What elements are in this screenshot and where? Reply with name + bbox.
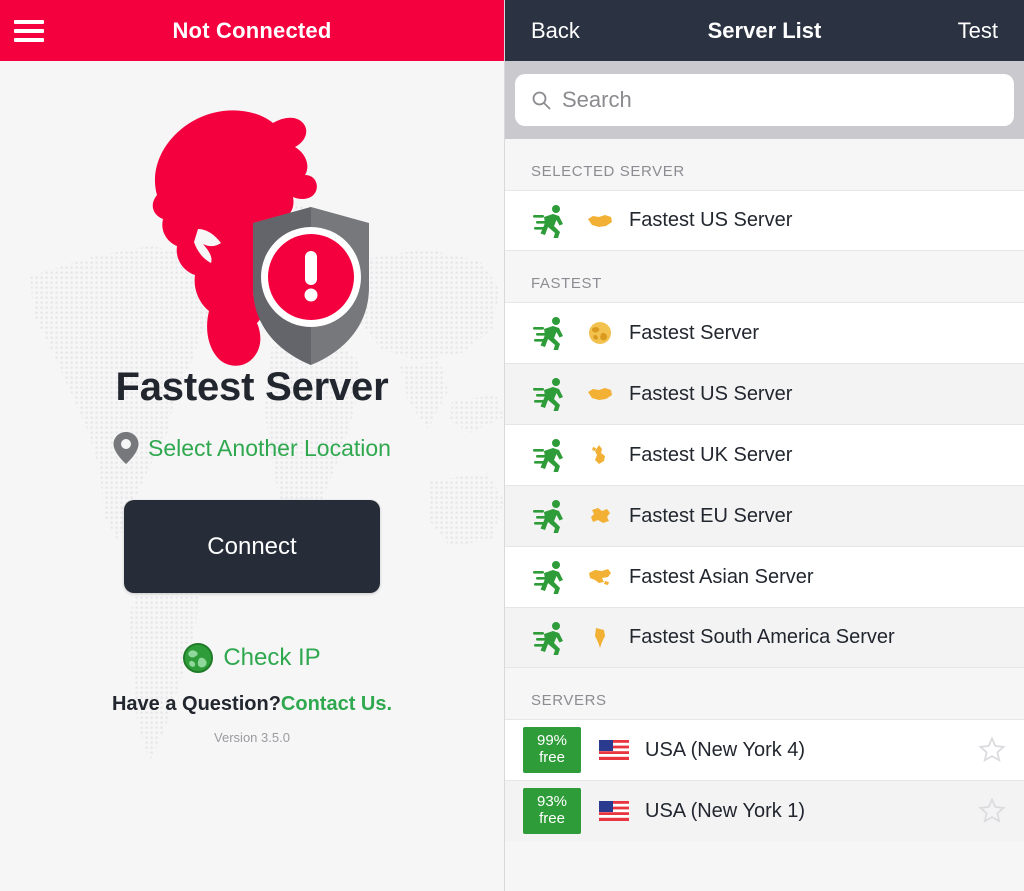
- support-row: Have a Question? Contact Us.: [112, 693, 392, 716]
- server-label: USA (New York 1): [645, 799, 806, 822]
- usa-map-icon: [587, 208, 613, 234]
- search-input[interactable]: [562, 87, 998, 113]
- globe-icon: [183, 643, 214, 673]
- us-flag-icon: [599, 740, 629, 760]
- server-label: Fastest EU Server: [629, 504, 793, 527]
- runner-icon: [533, 500, 563, 533]
- map-pin-icon: [113, 432, 139, 464]
- uk-map-icon: [587, 442, 613, 468]
- table-row[interactable]: Fastest UK Server: [505, 424, 1024, 485]
- star-outline-icon[interactable]: [978, 797, 1006, 825]
- vpn-status-panel: Not Connected Fastest Server Select Anot…: [0, 0, 504, 891]
- left-body: Fastest Server Select Another Location C…: [0, 61, 504, 891]
- badge-percent: 99%: [536, 732, 568, 750]
- server-list-panel: Back Server List Test SELECTED SERVER: [504, 0, 1024, 891]
- server-label: Fastest Server: [629, 321, 760, 344]
- us-flag-icon: [599, 801, 629, 821]
- usa-map-icon: [587, 381, 613, 407]
- question-text: Have a Question?: [111, 693, 281, 715]
- test-button[interactable]: Test: [958, 18, 998, 44]
- detective-shield-alert-logo: [97, 79, 407, 379]
- runner-icon: [533, 378, 563, 411]
- table-row[interactable]: 93% free USA (New York 1): [505, 780, 1024, 841]
- status-badge: 93% free: [523, 788, 581, 834]
- table-row[interactable]: Fastest Server: [505, 302, 1024, 363]
- select-another-location-button[interactable]: Select Another Location: [113, 432, 391, 464]
- search-box[interactable]: [515, 74, 1014, 126]
- section-header-fastest: FASTEST: [505, 251, 1024, 302]
- status-badge: 99% free: [523, 727, 581, 773]
- server-label: Fastest UK Server: [629, 443, 793, 466]
- check-ip-button[interactable]: Check IP: [183, 643, 321, 673]
- star-outline-icon[interactable]: [978, 736, 1006, 764]
- server-label: USA (New York 4): [645, 738, 806, 761]
- search-icon: [532, 91, 551, 110]
- table-row[interactable]: Fastest US Server: [505, 190, 1024, 251]
- connection-status-title: Not Connected: [172, 17, 332, 43]
- globe-icon: [587, 320, 613, 346]
- table-row[interactable]: Fastest US Server: [505, 363, 1024, 424]
- asia-map-icon: [587, 564, 613, 590]
- check-ip-label: Check IP: [223, 644, 321, 671]
- table-row[interactable]: Fastest EU Server: [505, 485, 1024, 546]
- connect-button[interactable]: Connect: [124, 500, 380, 593]
- section-header-servers: SERVERS: [505, 668, 1024, 719]
- badge-unit: free: [539, 810, 565, 827]
- eu-map-icon: [587, 503, 613, 529]
- runner-icon: [533, 561, 563, 594]
- south-america-map-icon: [587, 625, 613, 651]
- app-root: Not Connected Fastest Server Select Anot…: [0, 0, 1024, 891]
- table-row[interactable]: Fastest Asian Server: [505, 546, 1024, 607]
- runner-icon: [533, 204, 563, 238]
- server-label: Fastest South America Server: [629, 626, 895, 648]
- table-row[interactable]: 99% free USA (New York 4): [505, 719, 1024, 780]
- section-header-selected-server: SELECTED SERVER: [505, 139, 1024, 190]
- left-header: Not Connected: [0, 0, 504, 61]
- select-another-location-label: Select Another Location: [148, 434, 391, 461]
- page-title: Fastest Server: [115, 365, 389, 409]
- server-label: Fastest Asian Server: [629, 565, 814, 588]
- runner-icon: [533, 439, 563, 472]
- server-list-scroll[interactable]: SELECTED SERVER Fastest US Server FASTES…: [505, 139, 1024, 891]
- runner-icon: [533, 317, 563, 350]
- table-row[interactable]: Fastest South America Server: [505, 607, 1024, 668]
- version-label: Version 3.5.0: [214, 730, 290, 745]
- back-button[interactable]: Back: [531, 18, 580, 44]
- runner-icon: [533, 621, 563, 655]
- server-list-header: Back Server List Test: [505, 0, 1024, 61]
- contact-us-link[interactable]: Contact Us.: [281, 693, 392, 716]
- server-label: Fastest US Server: [629, 209, 793, 231]
- badge-unit: free: [539, 749, 565, 766]
- hamburger-icon[interactable]: [14, 19, 44, 42]
- badge-percent: 93%: [536, 793, 568, 811]
- search-bar-container: [505, 61, 1024, 139]
- server-label: Fastest US Server: [629, 382, 793, 405]
- server-list-title: Server List: [707, 17, 822, 43]
